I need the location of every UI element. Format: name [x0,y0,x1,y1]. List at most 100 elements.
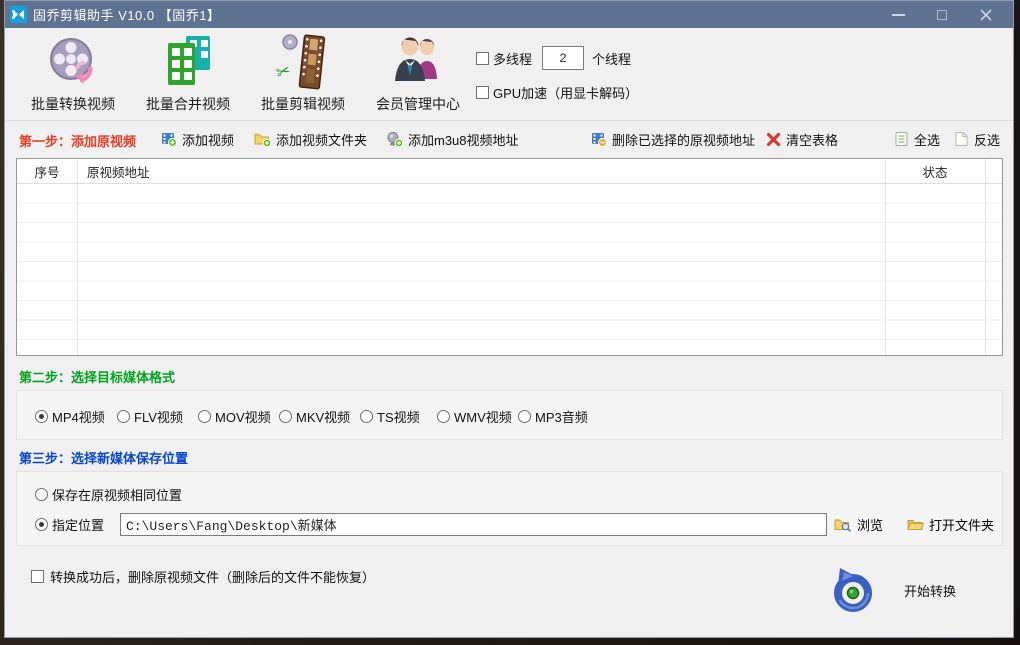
radio-icon [518,410,531,423]
add-video-folder-button[interactable]: 添加视频文件夹 [254,129,367,149]
column-header-source: 原视频地址 [87,166,150,180]
svg-text:✂: ✂ [274,61,293,83]
title-bar: 固乔剪辑助手 V10.0 【固乔1】 [5,1,1013,28]
save-location-groupbox: 保存在原视频相同位置 指定位置 浏览 打开文件夹 [16,471,1003,546]
batch-merge-button[interactable]: 批量合并视频 [132,32,244,118]
document-lines-icon [895,132,908,146]
members-people-icon [389,32,447,92]
start-convert-button[interactable]: 开始转换 [830,563,990,618]
batch-convert-button[interactable]: 批量转换视频 [17,32,129,118]
minimize-button[interactable] [881,1,915,28]
cut-filmstrip-icon: ✂ [274,32,332,92]
format-groupbox: MP4视频 FLV视频 MOV视频 MKV视频 TS视频 WMV视频 MP3音频 [16,390,1003,440]
radio-icon [35,410,48,423]
step1-title: 第一步：添加原视频 [19,134,137,149]
gpu-checkbox[interactable] [476,85,489,99]
delete-selected-label: 删除已选择的原视频地址 [612,132,756,148]
radio-icon [117,410,130,423]
format-label: WMV视频 [454,410,512,425]
start-convert-label: 开始转换 [904,584,957,599]
add-video-folder-label: 添加视频文件夹 [276,132,368,148]
format-radio-wmv[interactable]: WMV视频 [437,407,512,426]
column-header-index: 序号 [34,166,60,180]
invert-selection-button[interactable]: 反选 [954,129,1000,149]
add-video-label: 添加视频 [182,132,235,148]
custom-location-label: 指定位置 [52,518,105,533]
film-add-icon [162,133,177,147]
film-reel-icon [44,32,102,92]
column-header-status: 状态 [922,166,948,180]
format-radio-mov[interactable]: MOV视频 [198,407,271,426]
format-label: MP4视频 [52,410,105,425]
multithread-row: 多线程 个线程 [476,45,631,71]
radio-icon [35,518,48,531]
window-title: 固乔剪辑助手 V10.0 【固乔1】 [33,8,221,23]
merge-filmstrips-icon [159,32,217,92]
format-label: MKV视频 [296,410,351,425]
url-add-icon [387,132,403,147]
thread-suffix-label: 个线程 [592,51,632,67]
select-all-button[interactable]: 全选 [894,129,940,149]
delete-after-checkbox [31,570,44,583]
open-folder-icon [907,520,924,530]
member-center-button[interactable]: 会员管理中心 [362,32,474,118]
format-radio-mp4[interactable]: MP4视频 [35,407,105,426]
step2-title: 第二步：选择目标媒体格式 [19,370,176,385]
browse-label: 浏览 [857,518,884,533]
toolbar-item-label: 批量剪辑视频 [261,96,345,112]
delete-after-label: 转换成功后，删除原视频文件（删除后的文件不能恢复） [50,570,376,585]
radio-icon [35,488,48,501]
save-path-input[interactable] [120,513,827,536]
clear-table-button[interactable]: 清空表格 [766,129,838,149]
batch-cut-button[interactable]: ✂ 批量剪辑视频 [247,32,359,118]
thread-count-input[interactable] [542,46,585,70]
add-video-button[interactable]: 添加视频 [161,129,234,149]
browse-button[interactable]: 浏览 [834,515,883,534]
multithread-checkbox[interactable] [476,51,489,65]
red-x-icon [766,132,781,146]
close-button[interactable] [969,1,1003,28]
table-body-empty [17,184,1002,355]
minimize-icon [891,13,905,16]
maximize-button[interactable] [925,1,959,28]
multithread-label: 多线程 [493,51,533,67]
folder-search-icon [834,519,852,532]
delete-selected-button[interactable]: 删除已选择的原视频地址 [591,129,755,149]
gpu-row: GPU加速（用显卡解码） [476,84,639,101]
delete-after-convert-checkbox-row[interactable]: 转换成功后，删除原视频文件（删除后的文件不能恢复） [31,567,375,586]
main-toolbar: 批量转换视频 批量合并视频 ✂ 批量剪辑视频 会员管理中心 多线程 2 个线程 … [5,28,1013,121]
format-radio-ts[interactable]: TS视频 [360,407,420,426]
step1-bar: 第一步：添加原视频 添加视频 添加视频文件夹 添加m3u8视频地址 删除已选择的… [5,121,1013,158]
maximize-icon [937,9,947,20]
invert-selection-label: 反选 [974,132,1001,148]
format-label: MOV视频 [215,410,271,425]
document-blank-icon [955,132,968,146]
format-label: MP3音频 [535,410,588,425]
step3-title: 第三步：选择新媒体保存位置 [19,451,189,466]
folder-add-icon [254,133,271,147]
table-header: 序号 原视频地址 状态 [17,159,1002,184]
format-label: FLV视频 [134,410,183,425]
radio-icon [360,410,373,423]
format-radio-mkv[interactable]: MKV视频 [279,407,350,426]
format-radio-mp3[interactable]: MP3音频 [518,407,588,426]
blue-circular-arrow-icon [834,567,872,612]
select-all-label: 全选 [914,132,941,148]
video-table[interactable]: 序号 原视频地址 状态 [16,158,1003,356]
add-m3u8-button[interactable]: 添加m3u8视频地址 [386,129,519,149]
clear-table-label: 清空表格 [786,132,839,148]
toolbar-item-label: 批量转换视频 [31,96,115,112]
format-radio-flv[interactable]: FLV视频 [117,407,183,426]
custom-location-radio[interactable]: 指定位置 [35,515,104,534]
radio-icon [279,410,292,423]
toolbar-item-label: 批量合并视频 [146,96,230,112]
film-remove-icon [592,133,607,147]
radio-icon [198,410,211,423]
add-m3u8-label: 添加m3u8视频地址 [408,132,519,148]
gpu-label: GPU加速（用显卡解码） [493,85,639,101]
same-location-radio[interactable]: 保存在原视频相同位置 [35,485,182,504]
toolbar-item-label: 会员管理中心 [376,96,460,112]
radio-icon [437,410,450,423]
open-folder-label: 打开文件夹 [929,518,995,533]
open-folder-button[interactable]: 打开文件夹 [907,515,994,534]
